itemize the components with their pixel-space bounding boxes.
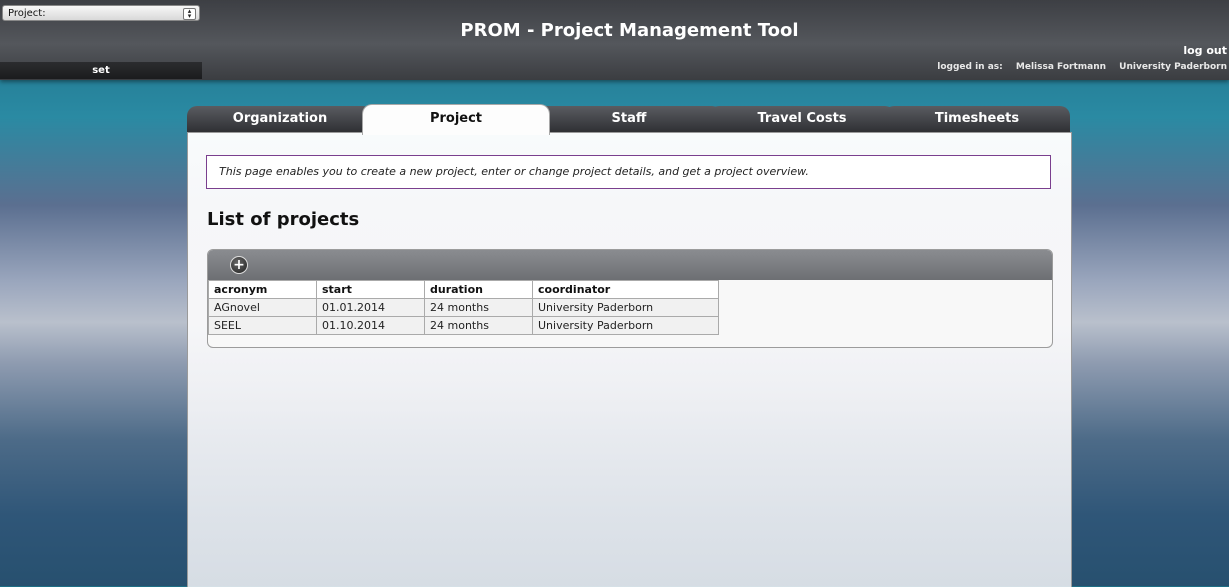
tab-project[interactable]: Project <box>362 104 550 135</box>
app-header: Project: ▴ ▾ set PROM - Project Managemen… <box>0 0 1229 80</box>
project-select[interactable]: Project: ▴ ▾ <box>2 5 200 21</box>
user-name: Melissa Fortmann <box>1015 62 1107 72</box>
user-organization: University Paderborn <box>1119 62 1227 72</box>
tab-timesheets[interactable]: Timesheets <box>884 106 1070 132</box>
info-message: This page enables you to create a new pr… <box>206 155 1051 189</box>
plus-circle-icon: + <box>233 257 245 273</box>
projects-grid: + acronym start duration coordinator AGn… <box>207 249 1053 348</box>
cell-coordinator[interactable]: University Paderborn <box>532 316 719 335</box>
tab-bar: Organization Staff Travel Costs Timeshee… <box>187 104 1070 135</box>
table-row[interactable]: AGnovel 01.01.2014 24 months University … <box>208 298 719 317</box>
grid-toolbar: + <box>208 250 1052 280</box>
cell-start[interactable]: 01.10.2014 <box>316 316 425 335</box>
cell-duration[interactable]: 24 months <box>424 316 533 335</box>
login-info: logged in as: Melissa Fortmann Universit… <box>927 62 1227 72</box>
column-header-coordinator[interactable]: coordinator <box>532 280 719 299</box>
tab-organization[interactable]: Organization <box>187 106 373 132</box>
column-header-duration[interactable]: duration <box>424 280 533 299</box>
logout-link[interactable]: log out <box>1183 44 1227 57</box>
column-header-start[interactable]: start <box>316 280 425 299</box>
tab-staff[interactable]: Staff <box>536 106 722 132</box>
cell-coordinator[interactable]: University Paderborn <box>532 298 719 317</box>
cell-acronym[interactable]: AGnovel <box>208 298 317 317</box>
cell-start[interactable]: 01.01.2014 <box>316 298 425 317</box>
projects-table: acronym start duration coordinator AGnov… <box>208 280 719 335</box>
page-title: List of projects <box>207 209 360 230</box>
app-title: PROM - Project Management Tool <box>460 20 799 41</box>
project-select-label: Project: <box>8 8 46 19</box>
cell-duration[interactable]: 24 months <box>424 298 533 317</box>
set-button[interactable]: set <box>0 62 202 79</box>
cell-acronym[interactable]: SEEL <box>208 316 317 335</box>
add-project-button[interactable]: + <box>230 256 248 274</box>
column-header-acronym[interactable]: acronym <box>208 280 317 299</box>
main-panel <box>187 132 1072 587</box>
table-row[interactable]: SEEL 01.10.2014 24 months University Pad… <box>208 316 719 335</box>
table-header-row: acronym start duration coordinator <box>208 280 719 299</box>
logged-in-label: logged in as: <box>937 62 1003 72</box>
tab-travel-costs[interactable]: Travel Costs <box>709 106 895 132</box>
select-arrow-icon: ▴ ▾ <box>183 8 196 20</box>
